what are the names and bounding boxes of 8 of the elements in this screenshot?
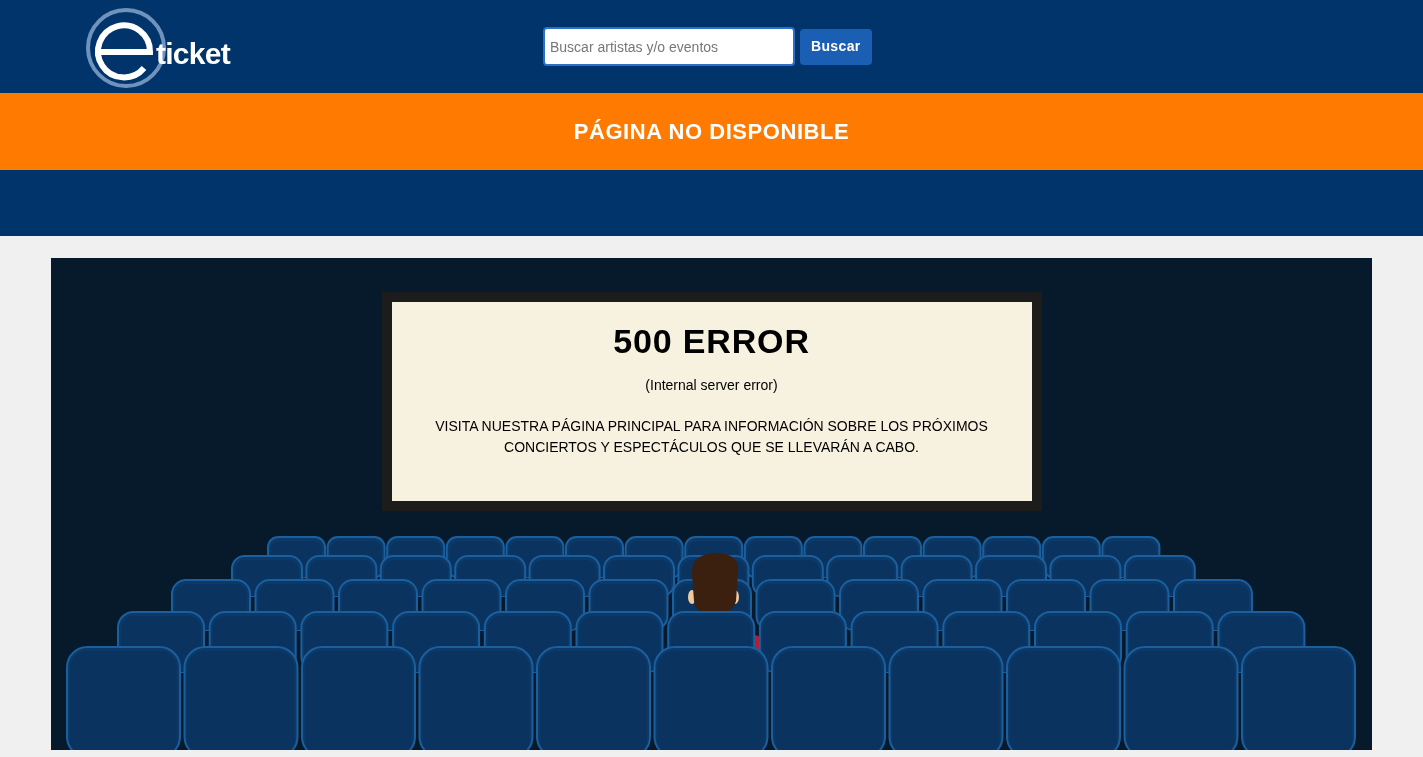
- error-message: VISITA NUESTRA PÁGINA PRINCIPAL PARA INFORMACIÓN SOBRE LOS PRÓXIMOS CONCIERTOS Y ESPECTÁCULOS QUE SE LLEVARÁN A CABO.: [434, 417, 989, 457]
- logo-wordmark: ticket: [156, 35, 230, 72]
- eticket-logo[interactable]: ticket: [86, 3, 246, 90]
- error-heading: 500 ERROR: [613, 321, 810, 362]
- search-button[interactable]: Buscar: [800, 28, 872, 65]
- banner-title: PÁGINA NO DISPONIBLE: [573, 118, 850, 146]
- error-subtitle: (Internal server error): [645, 376, 778, 395]
- search-field[interactable]: Buscar artistas y/o eventos: [543, 27, 795, 66]
